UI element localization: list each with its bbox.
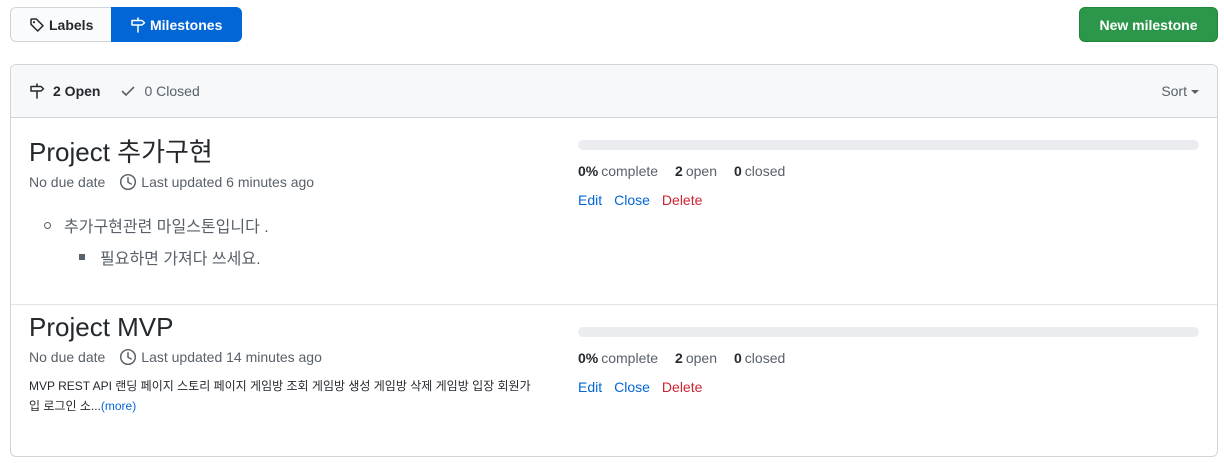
milestone-progress-section: 0% complete 2 open 0 closed Edit Close Dele… [578, 140, 1199, 208]
milestone-meta: No due date Last updated 6 minutes ago [29, 173, 549, 191]
edit-link[interactable]: Edit [578, 192, 602, 208]
milestone-title[interactable]: Project 추가구현 [29, 135, 549, 169]
state-filters: 2 Open 0 Closed [29, 83, 200, 99]
percent-complete: 0% complete [578, 163, 659, 179]
caret-down-icon [1191, 90, 1199, 94]
open-filter-label: 2 Open [53, 83, 101, 99]
close-link[interactable]: Close [614, 192, 650, 208]
open-count: 2 open [675, 350, 717, 366]
milestone-icon [131, 16, 146, 33]
sort-label: Sort [1161, 83, 1187, 99]
open-count: 2 open [675, 163, 717, 179]
new-milestone-button[interactable]: New milestone [1079, 7, 1218, 42]
labels-tab-label: Labels [49, 16, 94, 33]
last-updated-text: Last updated 6 minutes ago [141, 174, 315, 190]
milestone-stats: 0% complete 2 open 0 closed [578, 350, 1199, 366]
bullet-circle-icon [44, 221, 51, 229]
tag-icon [30, 17, 44, 32]
list-header: 2 Open 0 Closed Sort [11, 65, 1217, 118]
clock-icon [120, 348, 137, 366]
labels-tab[interactable]: Labels [10, 7, 111, 42]
description-subitem-text: 필요하면 가져다 쓰세요. [100, 251, 261, 268]
progress-bar [578, 327, 1199, 337]
closed-filter-label: 0 Closed [144, 83, 200, 99]
description-subitem: 필요하면 가져다 쓰세요. [79, 245, 549, 269]
milestone-description: MVP REST API 랜딩 페이지 스토리 페이지 게임방 조회 게임방 생… [29, 376, 539, 416]
milestone-item: Project MVP No due date Last updated 14 … [11, 305, 1217, 455]
topbar: Labels Milestones New milestone [10, 7, 1218, 42]
edit-link[interactable]: Edit [578, 379, 602, 395]
milestone-actions: Edit Close Delete [578, 192, 1199, 208]
milestone-icon [30, 83, 45, 99]
milestone-actions: Edit Close Delete [578, 379, 1199, 395]
milestone-stats: 0% complete 2 open 0 closed [578, 163, 1199, 179]
description-item: 추가구현관련 마일스톤입니다 . [44, 213, 549, 237]
closed-count: 0 closed [734, 350, 786, 366]
delete-link[interactable]: Delete [662, 379, 702, 395]
closed-filter[interactable]: 0 Closed [120, 83, 200, 99]
milestone-progress-section: 0% complete 2 open 0 closed Edit Close Dele… [578, 327, 1199, 395]
milestone-item: Project 추가구현 No due date Last updated 6 … [11, 118, 1217, 305]
more-link[interactable]: (more) [101, 399, 136, 413]
milestones-tab[interactable]: Milestones [111, 7, 242, 42]
description-item-text: 추가구현관련 마일스톤입니다 . [64, 219, 269, 236]
milestones-list: 2 Open 0 Closed Sort Project 추가구현 No due… [10, 64, 1218, 457]
last-updated: Last updated 14 minutes ago [119, 348, 322, 366]
labels-milestones-subnav: Labels Milestones [10, 7, 242, 42]
open-filter[interactable]: 2 Open [29, 83, 100, 99]
check-icon [122, 86, 135, 96]
last-updated: Last updated 6 minutes ago [119, 173, 314, 191]
closed-count: 0 closed [734, 163, 786, 179]
milestone-meta: No due date Last updated 14 minutes ago [29, 348, 549, 366]
milestone-description: 추가구현관련 마일스톤입니다 . 필요하면 가져다 쓰세요. [29, 213, 549, 269]
due-date: No due date [29, 349, 106, 365]
close-link[interactable]: Close [614, 379, 650, 395]
clock-icon [120, 173, 137, 191]
due-date: No due date [29, 174, 106, 190]
sort-dropdown[interactable]: Sort [1161, 83, 1199, 99]
percent-complete: 0% complete [578, 350, 659, 366]
progress-bar [578, 140, 1199, 150]
milestone-info: Project MVP No due date Last updated 14 … [29, 305, 549, 416]
last-updated-text: Last updated 14 minutes ago [141, 349, 322, 365]
milestone-title[interactable]: Project MVP [29, 310, 549, 344]
milestones-tab-label: Milestones [150, 16, 223, 33]
bullet-square-icon [79, 254, 85, 260]
milestone-info: Project 추가구현 No due date Last updated 6 … [29, 118, 549, 269]
delete-link[interactable]: Delete [662, 192, 702, 208]
